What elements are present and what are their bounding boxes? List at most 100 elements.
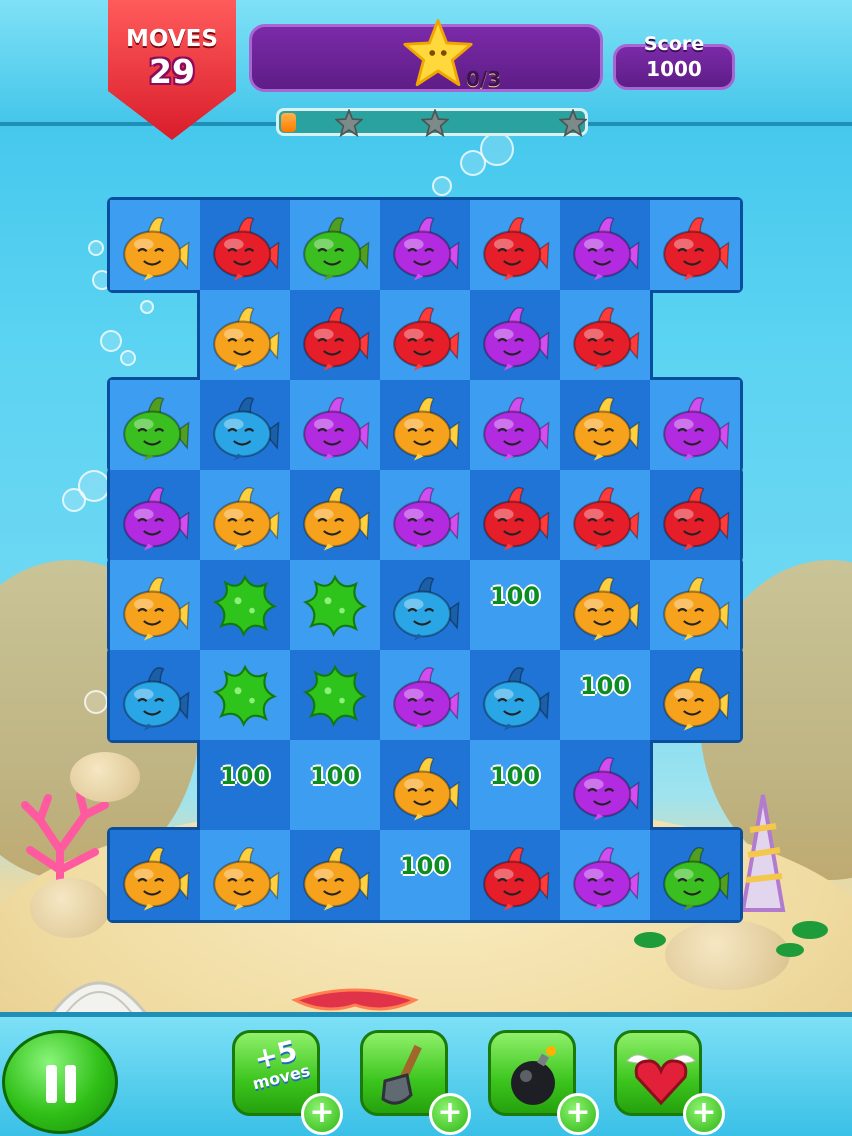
red-fish-icon — [573, 307, 640, 371]
points-popup: 100 — [399, 852, 451, 880]
game-board: 100 100 100 100 100 100 — [0, 0, 852, 1136]
board-cell[interactable] — [650, 200, 740, 290]
board-cell[interactable] — [110, 200, 200, 290]
board-cell[interactable] — [110, 380, 200, 470]
board-cell[interactable] — [380, 380, 470, 470]
board-cell[interactable] — [470, 200, 560, 290]
board-cell[interactable] — [650, 380, 740, 470]
board-cell[interactable] — [200, 830, 290, 920]
board-cell[interactable] — [110, 470, 200, 560]
points-popup: 100 — [309, 762, 361, 790]
board-cell[interactable] — [470, 830, 560, 920]
purple-fish-icon — [393, 217, 460, 281]
red-fish-icon — [483, 487, 550, 551]
board-cell[interactable] — [560, 200, 650, 290]
pause-button[interactable] — [2, 1030, 118, 1134]
board-cell[interactable] — [650, 830, 740, 920]
red-fish-icon — [213, 217, 280, 281]
orange-fish-icon — [393, 397, 460, 461]
green-splat-icon — [212, 664, 278, 728]
board-cell[interactable] — [560, 470, 650, 560]
board-cell[interactable]: 100 — [200, 740, 290, 830]
board-cell[interactable] — [650, 650, 740, 740]
board-cell[interactable] — [380, 740, 470, 830]
winged-heart-icon — [626, 1054, 696, 1106]
booster-winged-heart-button[interactable]: + — [614, 1030, 725, 1135]
booster-shovel-button[interactable]: + — [360, 1030, 471, 1135]
add-booster-icon[interactable]: + — [683, 1093, 725, 1135]
board-cell[interactable] — [200, 290, 290, 380]
board-cell[interactable] — [200, 470, 290, 560]
points-popup: 100 — [219, 762, 271, 790]
board-cell[interactable] — [560, 740, 650, 830]
board-cell[interactable] — [290, 830, 380, 920]
purple-fish-icon — [393, 487, 460, 551]
board-cell[interactable] — [290, 200, 380, 290]
red-fish-icon — [663, 217, 730, 281]
board-cell[interactable]: 100 — [470, 560, 560, 650]
add-booster-icon[interactable]: + — [557, 1093, 599, 1135]
board-cell[interactable] — [200, 650, 290, 740]
board-cell[interactable] — [560, 290, 650, 380]
board-cell[interactable]: 100 — [380, 830, 470, 920]
orange-fish-icon — [123, 577, 190, 641]
board-cell[interactable]: 100 — [560, 650, 650, 740]
orange-fish-icon — [303, 847, 370, 911]
add-booster-icon[interactable]: + — [429, 1093, 471, 1135]
board-cell[interactable] — [110, 830, 200, 920]
board-cell[interactable] — [110, 560, 200, 650]
board-cell[interactable] — [650, 470, 740, 560]
board-cell[interactable] — [200, 200, 290, 290]
red-fish-icon — [393, 307, 460, 371]
orange-fish-icon — [573, 397, 640, 461]
board-cell[interactable] — [380, 560, 470, 650]
board-cell[interactable] — [200, 380, 290, 470]
board-cell[interactable] — [470, 650, 560, 740]
board-cell[interactable] — [560, 830, 650, 920]
board-cell[interactable] — [380, 200, 470, 290]
game-scene: MOVES 29 0/3 Score 1000 100 100 100 100 100 1… — [0, 0, 852, 1136]
blue-fish-icon — [393, 577, 460, 641]
red-fish-icon — [573, 487, 640, 551]
board-cell[interactable] — [290, 380, 380, 470]
add-booster-icon[interactable]: + — [301, 1093, 343, 1135]
board-cell[interactable] — [380, 290, 470, 380]
board-cell[interactable] — [650, 560, 740, 650]
board-cell[interactable] — [560, 380, 650, 470]
board-cell[interactable] — [200, 560, 290, 650]
shovel-icon — [381, 1044, 422, 1105]
board-cell[interactable]: 100 — [470, 740, 560, 830]
points-popup: 100 — [579, 672, 631, 700]
booster-bomb-button[interactable]: + — [488, 1030, 599, 1135]
plus-five-moves-icon: +5 moves — [238, 1033, 317, 1095]
red-fish-icon — [483, 217, 550, 281]
board-cell[interactable]: 100 — [290, 740, 380, 830]
board-cell[interactable] — [290, 560, 380, 650]
purple-fish-icon — [393, 667, 460, 731]
board-cell[interactable] — [470, 380, 560, 470]
board-cell[interactable] — [470, 290, 560, 380]
board-cell[interactable] — [110, 650, 200, 740]
green-splat-icon — [212, 574, 278, 638]
purple-fish-icon — [123, 487, 190, 551]
booster-extra-moves-button[interactable]: +5 moves + — [232, 1030, 343, 1135]
green-fish-icon — [663, 847, 730, 911]
points-popup: 100 — [489, 582, 541, 610]
purple-fish-icon — [573, 847, 640, 911]
orange-fish-icon — [663, 577, 730, 641]
purple-fish-icon — [303, 397, 370, 461]
green-fish-icon — [303, 217, 370, 281]
board-cell[interactable] — [380, 470, 470, 560]
orange-fish-icon — [573, 577, 640, 641]
board-cell[interactable] — [560, 560, 650, 650]
board-cell[interactable] — [290, 470, 380, 560]
board-cell[interactable] — [470, 470, 560, 560]
board-cell[interactable] — [290, 650, 380, 740]
orange-fish-icon — [213, 487, 280, 551]
orange-fish-icon — [123, 847, 190, 911]
blue-fish-icon — [483, 667, 550, 731]
orange-fish-icon — [393, 757, 460, 821]
green-fish-icon — [123, 397, 190, 461]
board-cell[interactable] — [380, 650, 470, 740]
board-cell[interactable] — [290, 290, 380, 380]
